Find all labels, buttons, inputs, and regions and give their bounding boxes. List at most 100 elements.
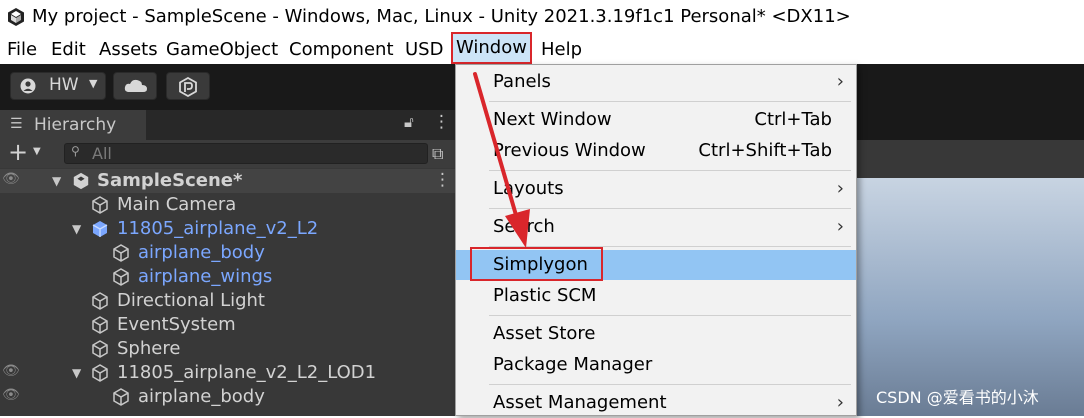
menu-item-label: Next Window: [493, 109, 612, 130]
kebab-menu-icon[interactable]: ⋮: [433, 112, 450, 132]
menu-item-label: Asset Store: [493, 323, 596, 344]
search-icon: ⚲: [71, 144, 80, 158]
tab-hierarchy-label: Hierarchy: [34, 115, 117, 135]
lock-icon[interactable]: 🔓︎: [404, 113, 414, 131]
menu-component[interactable]: Component: [289, 37, 394, 63]
main-toolbar: HW ▼: [0, 64, 460, 110]
hierarchy-row-label: Main Camera: [117, 194, 237, 215]
menu-item-shortcut: Ctrl+Tab: [754, 109, 832, 130]
menu-item-next-window[interactable]: Next Window Ctrl+Tab: [456, 105, 856, 135]
gameobject-cube-icon: [113, 244, 129, 262]
watermark-text: CSDN @爱看书的小沐: [876, 388, 1039, 407]
cloud-button[interactable]: [113, 72, 157, 100]
hierarchy-row-label: EventSystem: [117, 314, 236, 335]
menu-item-package-manager[interactable]: Package Manager: [456, 350, 856, 380]
hierarchy-search-input[interactable]: ⚲ All: [64, 143, 428, 164]
hidden-eye-icon[interactable]: 👁︎: [2, 363, 20, 379]
window-menu-dropdown: Panels › Next Window Ctrl+Tab Previous W…: [455, 64, 857, 416]
title-bar: My project - SampleScene - Windows, Mac,…: [0, 0, 1084, 36]
menu-edit[interactable]: Edit: [51, 37, 86, 63]
scene-root-row[interactable]: 👁︎ ▼ SampleScene* ⋮: [0, 169, 460, 193]
chevron-right-icon: ›: [836, 178, 844, 199]
gameobject-cube-icon: [92, 196, 108, 214]
scene-name: SampleScene*: [97, 170, 243, 191]
scene-toolbar: [855, 140, 1084, 178]
plastic-scm-icon: [179, 77, 197, 97]
chevron-down-icon[interactable]: ▼: [33, 146, 41, 157]
window-title: My project - SampleScene - Windows, Mac,…: [32, 6, 851, 27]
hierarchy-row[interactable]: ▼ 11805_airplane_v2_L2: [0, 217, 460, 241]
hierarchy-search-row: + ▼ ⚲ All ⧉: [0, 138, 460, 168]
tab-hierarchy[interactable]: ☰ Hierarchy: [0, 110, 146, 140]
menu-item-label: Plastic SCM: [493, 285, 597, 306]
search-options-icon[interactable]: ⧉: [432, 144, 443, 164]
chevron-right-icon: ›: [836, 71, 844, 92]
collab-button[interactable]: [166, 72, 210, 100]
search-placeholder: All: [92, 144, 112, 163]
visibility-eye-icon[interactable]: 👁︎: [2, 171, 20, 187]
menu-usd[interactable]: USD: [405, 37, 443, 63]
menu-item-layouts[interactable]: Layouts ›: [456, 174, 856, 204]
hierarchy-row-label: airplane_body: [138, 386, 265, 407]
menu-separator: [489, 384, 851, 385]
unity-scene-icon: [73, 172, 89, 190]
chevron-down-icon[interactable]: ▼: [52, 174, 61, 188]
menu-item-asset-management[interactable]: Asset Management ›: [456, 388, 856, 418]
chevron-down-icon: ▼: [89, 77, 98, 90]
account-button[interactable]: HW ▼: [10, 72, 106, 100]
menu-window[interactable]: Window: [451, 32, 532, 64]
menu-file[interactable]: File: [7, 37, 37, 63]
scene-view[interactable]: [855, 178, 1084, 416]
hierarchy-row[interactable]: Sphere: [0, 337, 460, 361]
hierarchy-row[interactable]: EventSystem: [0, 313, 460, 337]
menu-item-asset-store[interactable]: Asset Store: [456, 319, 856, 349]
chevron-right-icon: ›: [836, 216, 844, 237]
menu-separator: [489, 170, 851, 171]
gameobject-cube-icon: [113, 268, 129, 286]
chevron-down-icon[interactable]: ▼: [72, 222, 81, 236]
menu-item-search[interactable]: Search ›: [456, 212, 856, 242]
hierarchy-row-label: airplane_wings: [138, 266, 273, 287]
menu-item-label: Asset Management: [493, 392, 667, 413]
hierarchy-row-label: 11805_airplane_v2_L2: [117, 218, 319, 239]
menu-item-label: Package Manager: [493, 354, 653, 375]
hierarchy-row[interactable]: airplane_body: [0, 241, 460, 265]
hierarchy-tab-bar: ☰ Hierarchy 🔓︎ ⋮: [0, 110, 460, 140]
menu-gameobject[interactable]: GameObject: [166, 37, 278, 63]
menu-item-previous-window[interactable]: Previous Window Ctrl+Shift+Tab: [456, 136, 856, 166]
menu-item-label: Layouts: [493, 178, 564, 199]
hierarchy-row[interactable]: 👁︎ airplane_body: [0, 385, 460, 409]
hierarchy-row[interactable]: 👁︎ ▼ 11805_airplane_v2_L2_LOD1: [0, 361, 460, 385]
account-label: HW: [49, 75, 79, 95]
unity-logo-icon: [8, 8, 24, 26]
menu-assets[interactable]: Assets: [99, 37, 158, 63]
gameobject-cube-icon: [92, 316, 108, 334]
hierarchy-row-label: 11805_airplane_v2_L2_LOD1: [117, 362, 377, 383]
add-icon[interactable]: +: [8, 138, 28, 166]
hierarchy-row-label: Sphere: [117, 338, 181, 359]
menu-separator: [489, 315, 851, 316]
menu-separator: [489, 208, 851, 209]
gameobject-cube-icon: [113, 388, 129, 406]
gameobject-cube-icon: [92, 364, 108, 382]
hierarchy-row-label: airplane_body: [138, 242, 265, 263]
gameobject-cube-icon: [92, 340, 108, 358]
menu-item-plastic-scm[interactable]: Plastic SCM: [456, 281, 856, 311]
chevron-down-icon[interactable]: ▼: [72, 366, 81, 380]
menu-help[interactable]: Help: [541, 37, 582, 63]
menu-item-label: Previous Window: [493, 140, 646, 161]
prefab-icon: [92, 221, 108, 237]
gameobject-cube-icon: [92, 292, 108, 310]
hierarchy-row[interactable]: Main Camera: [0, 193, 460, 217]
menu-item-label: Panels: [493, 71, 551, 92]
menu-separator: [489, 101, 851, 102]
kebab-menu-icon[interactable]: ⋮: [434, 170, 451, 190]
simplygon-highlight-box: [470, 247, 603, 281]
menu-item-panels[interactable]: Panels ›: [456, 67, 856, 97]
cloud-icon: [124, 79, 147, 92]
chevron-right-icon: ›: [836, 392, 844, 413]
menu-bar: File Edit Assets GameObject Component US…: [0, 32, 1084, 64]
hierarchy-row[interactable]: Directional Light: [0, 289, 460, 313]
hidden-eye-icon[interactable]: 👁︎: [2, 387, 20, 403]
hierarchy-row[interactable]: airplane_wings: [0, 265, 460, 289]
